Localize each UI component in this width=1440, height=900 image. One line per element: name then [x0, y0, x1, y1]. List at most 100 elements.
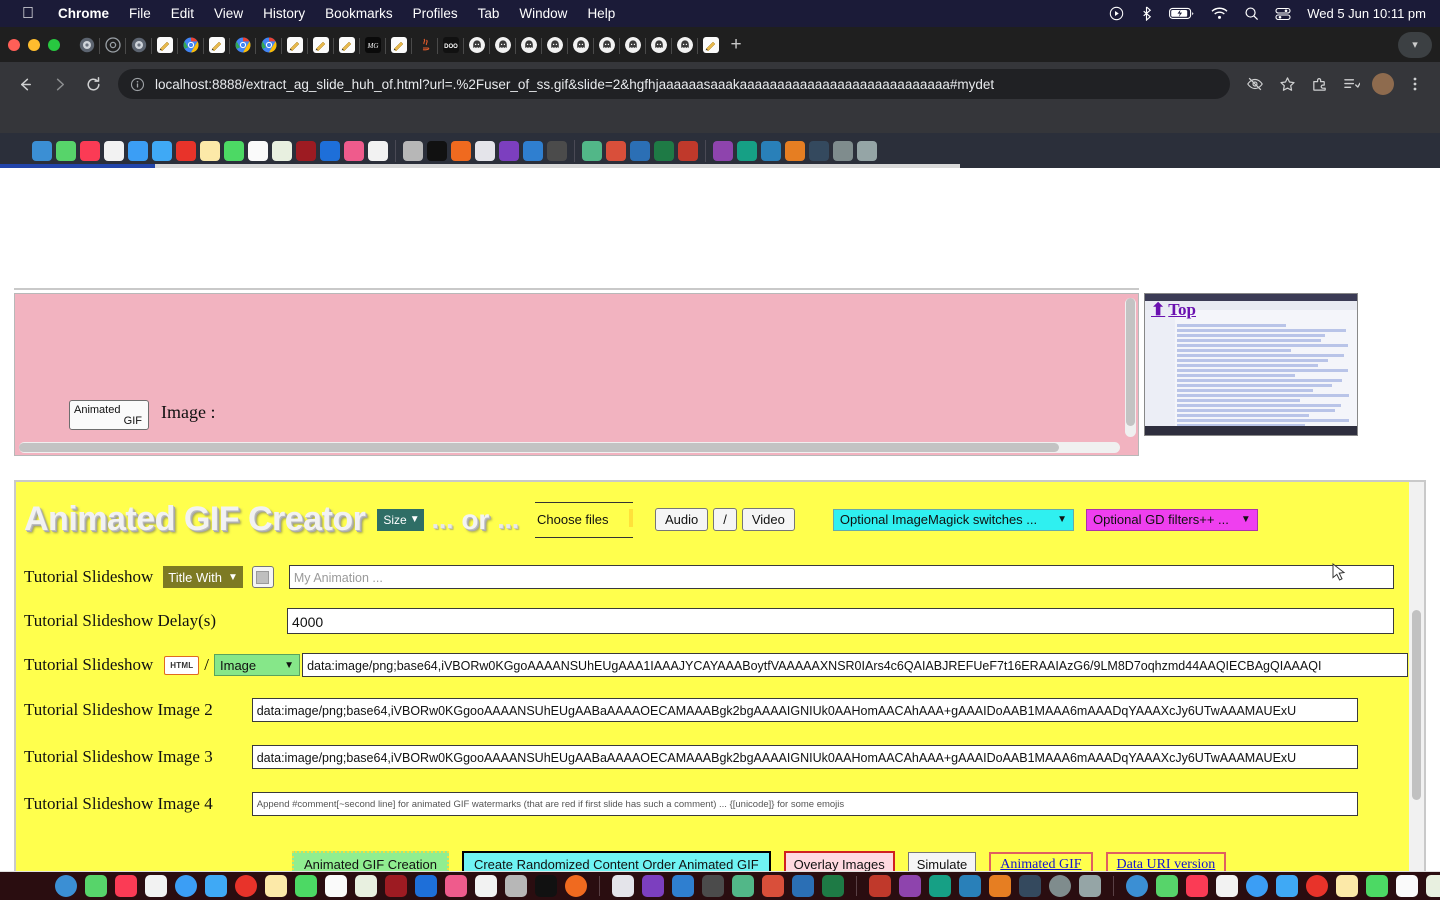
dock-icon-trash[interactable] — [1079, 875, 1101, 897]
menu-item-bookmarks[interactable]: Bookmarks — [315, 6, 403, 21]
menu-bar-clock[interactable]: Wed 5 Jun 10:11 pm — [1307, 6, 1426, 21]
tab-19[interactable] — [568, 30, 594, 60]
maximize-window-button[interactable] — [48, 38, 60, 51]
menu-item-profiles[interactable]: Profiles — [403, 6, 468, 21]
dock-icon-notes[interactable] — [265, 875, 287, 897]
dock-icon-mail[interactable] — [1276, 875, 1298, 897]
image-type-select[interactable]: Image ▼ — [214, 654, 301, 676]
dock-icon-firefox[interactable] — [565, 875, 587, 897]
menu-item-file[interactable]: File — [119, 6, 161, 21]
size-select[interactable]: Size ▼ — [377, 508, 424, 531]
tab-10[interactable] — [334, 30, 360, 60]
dock-icon-xcode[interactable] — [1019, 875, 1041, 897]
dock-icon-gimp[interactable] — [505, 875, 527, 897]
app-vertical-scrollbar[interactable] — [1409, 482, 1424, 900]
reading-list-icon[interactable] — [1336, 69, 1366, 99]
tab-8[interactable] — [282, 30, 308, 60]
image-3-datauri-input[interactable]: data:image/png;base64,iVBORw0KGgooAAAANS… — [251, 745, 1358, 769]
forward-arrow-icon[interactable] — [44, 69, 74, 99]
dock-icon-reminders[interactable] — [1216, 875, 1238, 897]
address-bar-url[interactable]: localhost:8888/extract_ag_slide_huh_of.h… — [155, 77, 994, 92]
title-with-select[interactable]: Title With ▼ — [163, 566, 243, 588]
dock-icon-sheets[interactable] — [732, 875, 754, 897]
dock-icon-finder[interactable] — [1126, 875, 1148, 897]
tab-24[interactable] — [698, 30, 720, 60]
menu-item-chrome[interactable]: Chrome — [48, 6, 119, 21]
dock-icon-mail[interactable] — [205, 875, 227, 897]
menu-item-view[interactable]: View — [204, 6, 253, 21]
dock-icon-facetime[interactable] — [295, 875, 317, 897]
minimize-window-button[interactable] — [28, 38, 40, 51]
delay-input[interactable]: 4000 — [287, 608, 1395, 634]
video-button[interactable]: Video — [741, 508, 795, 531]
animated-gif-button[interactable]: Animated GIF — [69, 400, 149, 430]
bluetooth-icon[interactable] — [1140, 6, 1153, 21]
play-circle-icon[interactable] — [1109, 6, 1124, 21]
dock-icon-outlook[interactable] — [959, 875, 981, 897]
tab-4[interactable] — [178, 30, 204, 60]
tab-11[interactable]: MG — [360, 30, 386, 60]
tab-18[interactable] — [542, 30, 568, 60]
tab-16[interactable] — [490, 30, 516, 60]
imagemagick-switches-select[interactable]: Optional ImageMagick switches ... ▼ — [832, 508, 1075, 531]
image-4-input[interactable]: Append #comment[~second line] for animat… — [251, 792, 1358, 816]
preview-vertical-scrollbar[interactable] — [1125, 298, 1136, 437]
choose-files-input[interactable]: Choose files — [534, 501, 633, 538]
info-circle-icon[interactable] — [130, 77, 145, 92]
tab-0[interactable] — [74, 30, 100, 60]
image-2-datauri-input[interactable]: data:image/png;base64,iVBORw0KGgooAAAANS… — [251, 698, 1358, 722]
dock-icon-news[interactable] — [475, 875, 497, 897]
menu-item-help[interactable]: Help — [577, 6, 625, 21]
tab-search-chevron-down-icon[interactable]: ▾ — [1398, 31, 1433, 58]
menu-item-edit[interactable]: Edit — [161, 6, 204, 21]
tab-17[interactable] — [516, 30, 542, 60]
dock-icon-excel[interactable] — [822, 875, 844, 897]
profile-avatar-icon[interactable] — [1368, 69, 1398, 99]
dock-icon-audacity[interactable] — [989, 875, 1011, 897]
dock-icon-filezilla[interactable] — [385, 875, 407, 897]
dock-icon-teams[interactable] — [929, 875, 951, 897]
audio-button[interactable]: Audio — [654, 508, 709, 531]
image-1-datauri-input[interactable]: data:image/png;base64,iVBORw0KGgoAAAANSU… — [302, 653, 1409, 677]
dock-icon-notes[interactable] — [1336, 875, 1358, 897]
dock-icon-messages[interactable] — [85, 875, 107, 897]
tab-15[interactable] — [464, 30, 490, 60]
dock-icon-launchpad[interactable] — [612, 875, 634, 897]
dock-icon-reminders[interactable] — [145, 875, 167, 897]
menu-item-window[interactable]: Window — [509, 6, 577, 21]
battery-charging-icon[interactable] — [1169, 7, 1195, 20]
gd-filters-select[interactable]: Optional GD filters++ ... ▼ — [1086, 508, 1258, 531]
dock-icon-onenote[interactable] — [899, 875, 921, 897]
menu-item-history[interactable]: History — [253, 6, 315, 21]
control-center-icon[interactable] — [1275, 7, 1291, 21]
tab-13[interactable] — [412, 30, 438, 60]
apple-logo-icon[interactable]:  — [22, 5, 34, 22]
dock-icon-word[interactable] — [792, 875, 814, 897]
tab-9[interactable] — [308, 30, 334, 60]
back-arrow-icon[interactable] — [10, 69, 40, 99]
tab-22[interactable] — [646, 30, 672, 60]
dock-icon-opera[interactable] — [235, 875, 257, 897]
dock-icon-settings[interactable] — [1049, 875, 1071, 897]
dock-icon-terminal[interactable] — [535, 875, 557, 897]
dock-icon-safari[interactable] — [175, 875, 197, 897]
bookmark-star-icon[interactable] — [1272, 69, 1302, 99]
dock-icon-safari[interactable] — [1246, 875, 1268, 897]
tab-7[interactable] — [256, 30, 282, 60]
av-slash-button[interactable]: / — [713, 508, 737, 531]
page-thumbnail[interactable]: ⬆ Top — [1144, 293, 1358, 436]
close-window-button[interactable] — [8, 38, 20, 51]
dock-icon-photos[interactable] — [445, 875, 467, 897]
dock-icon-messages[interactable] — [1156, 875, 1178, 897]
dock-icon-music[interactable] — [1186, 875, 1208, 897]
dock-icon-vlc[interactable] — [762, 875, 784, 897]
wifi-icon[interactable] — [1211, 7, 1228, 20]
eye-slash-icon[interactable] — [1240, 69, 1270, 99]
animation-name-input[interactable]: My Animation ... — [288, 565, 1394, 589]
dock-icon-maps[interactable] — [355, 875, 377, 897]
search-icon[interactable] — [1244, 6, 1259, 21]
scroll-to-top-link[interactable]: ⬆ Top — [1151, 300, 1196, 320]
dock-icon-preview[interactable] — [702, 875, 724, 897]
tab-2[interactable] — [126, 30, 152, 60]
reload-icon[interactable] — [78, 69, 108, 99]
